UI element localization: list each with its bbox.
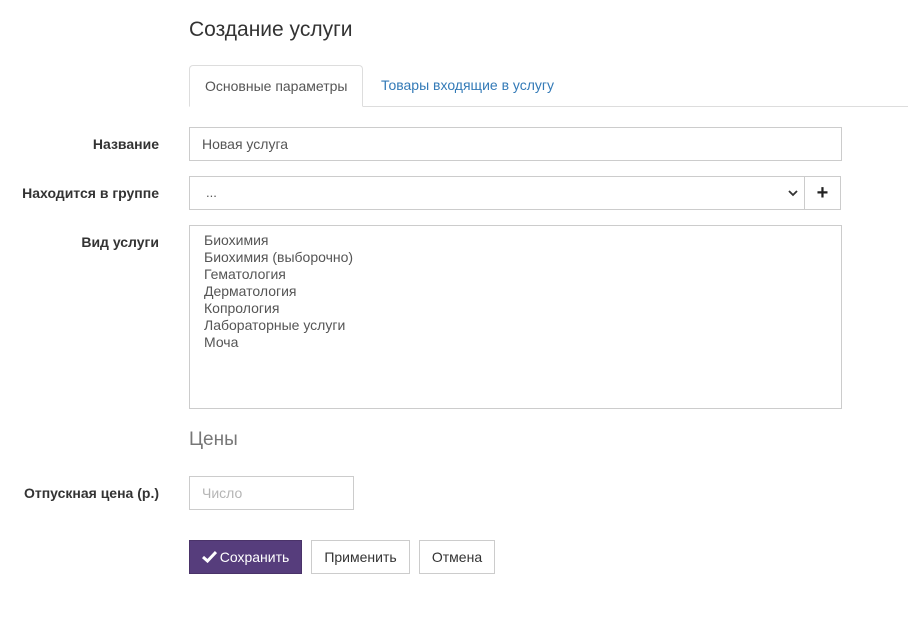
list-item[interactable]: Биохимия (выборочно) bbox=[204, 249, 841, 266]
sale-price-label: Отпускная цена (р.) bbox=[23, 485, 159, 501]
check-icon bbox=[201, 551, 217, 564]
name-label: Название bbox=[92, 136, 159, 152]
group-select-value: ... bbox=[206, 185, 217, 200]
name-input[interactable] bbox=[189, 127, 842, 161]
add-group-button[interactable]: + bbox=[804, 176, 841, 210]
save-button-label: Сохранить bbox=[219, 549, 290, 565]
tab-service-goods[interactable]: Товары входящие в услугу bbox=[366, 65, 569, 106]
save-button[interactable]: Сохранить bbox=[189, 540, 302, 574]
sale-price-input[interactable] bbox=[189, 476, 354, 510]
plus-icon: + bbox=[816, 182, 829, 204]
chevron-down-icon bbox=[788, 190, 798, 197]
group-label: Находится в группе bbox=[22, 185, 159, 201]
list-item[interactable]: Лабораторные услуги bbox=[204, 317, 841, 334]
list-item[interactable]: Копрология bbox=[204, 300, 841, 317]
list-item[interactable]: Моча bbox=[204, 334, 841, 351]
service-type-label: Вид услуги bbox=[81, 234, 159, 250]
tab-bar: Основные параметры Товары входящие в усл… bbox=[189, 65, 908, 107]
cancel-button[interactable]: Отмена bbox=[419, 540, 495, 574]
group-select[interactable]: ... bbox=[189, 176, 805, 210]
list-item[interactable]: Дерматология bbox=[204, 283, 841, 300]
list-item[interactable]: Биохимия bbox=[204, 232, 841, 249]
list-item[interactable]: Гематология bbox=[204, 266, 841, 283]
service-type-listbox[interactable]: Биохимия Биохимия (выборочно) Гематологи… bbox=[189, 225, 842, 409]
tab-main-parameters[interactable]: Основные параметры bbox=[189, 65, 364, 107]
prices-heading: Цены bbox=[189, 429, 238, 450]
page-title: Создание услуги bbox=[189, 18, 353, 41]
apply-button[interactable]: Применить bbox=[311, 540, 410, 574]
